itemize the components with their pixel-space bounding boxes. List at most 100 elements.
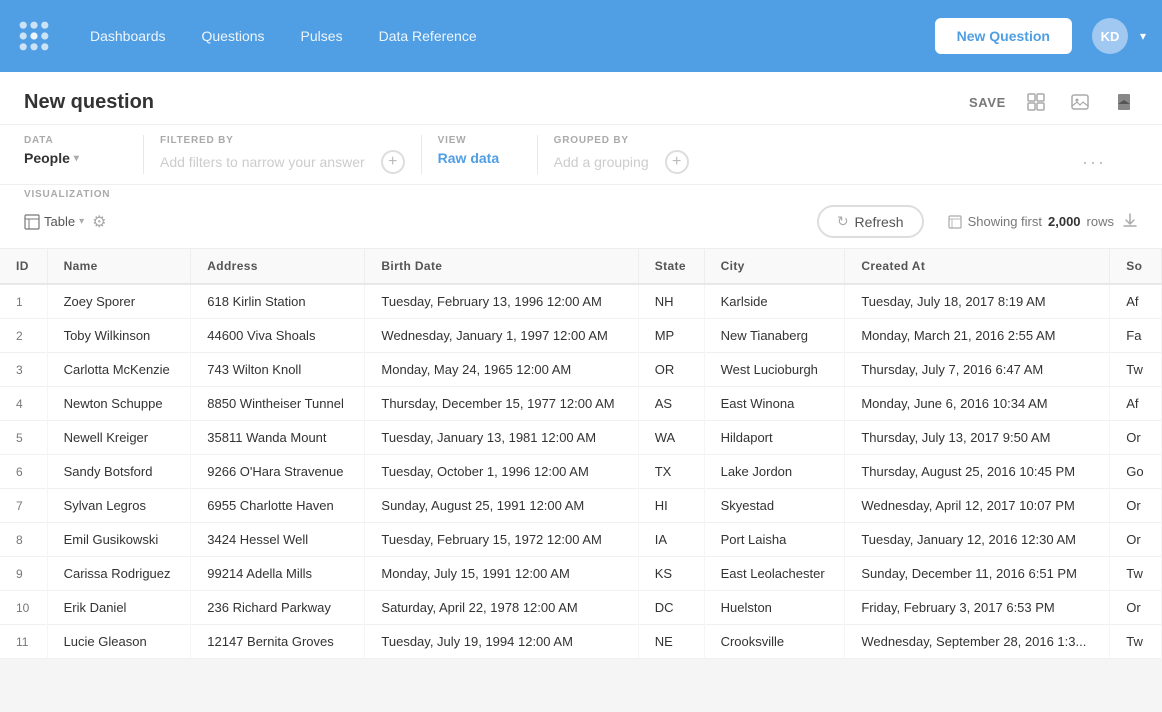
question-header: New question SAVE	[0, 72, 1162, 125]
table-row[interactable]: 3Carlotta McKenzie743 Wilton KnollMonday…	[0, 353, 1162, 387]
table-cell: Tuesday, October 1, 1996 12:00 AM	[365, 455, 638, 489]
view-selector[interactable]: Raw data	[438, 150, 521, 166]
data-label: DATA	[24, 135, 127, 146]
add-filter-button[interactable]: +	[381, 150, 405, 174]
bookmark-icon[interactable]	[1110, 88, 1138, 116]
col-header-birthdate[interactable]: Birth Date	[365, 249, 638, 284]
table-cell: 5	[0, 421, 47, 455]
table-row[interactable]: 9Carissa Rodriguez99214 Adella MillsMond…	[0, 557, 1162, 591]
visualization-bar: VISUALIZATION Table ▾ ⚙ ↻ Refresh	[0, 185, 1162, 249]
expand-icon[interactable]	[1022, 88, 1050, 116]
table-cell: Newton Schuppe	[47, 387, 191, 421]
table-cell: Zoey Sporer	[47, 284, 191, 319]
table-cell: Monday, March 21, 2016 2:55 AM	[845, 319, 1110, 353]
page-title: New question	[24, 91, 969, 114]
table-cell: 3424 Hessel Well	[191, 523, 365, 557]
table-cell: West Lucioburgh	[704, 353, 845, 387]
add-grouping-button[interactable]: +	[665, 150, 689, 174]
avatar[interactable]: KD	[1092, 18, 1128, 54]
rows-count: 2,000	[1048, 214, 1081, 229]
table-viz-button[interactable]: Table ▾	[24, 214, 84, 230]
view-label: VIEW	[438, 135, 521, 146]
table-cell: Thursday, July 13, 2017 9:50 AM	[845, 421, 1110, 455]
table-cell: Monday, May 24, 1965 12:00 AM	[365, 353, 638, 387]
col-header-city[interactable]: City	[704, 249, 845, 284]
table-cell: Monday, June 6, 2016 10:34 AM	[845, 387, 1110, 421]
table-row[interactable]: 8Emil Gusikowski3424 Hessel WellTuesday,…	[0, 523, 1162, 557]
table-row[interactable]: 11Lucie Gleason12147 Bernita GrovesTuesd…	[0, 625, 1162, 659]
more-options-button[interactable]: ···	[1082, 152, 1106, 173]
viz-controls: Table ▾ ⚙	[24, 212, 106, 232]
table-cell: Thursday, July 7, 2016 6:47 AM	[845, 353, 1110, 387]
table-row[interactable]: 5Newell Kreiger35811 Wanda MountTuesday,…	[0, 421, 1162, 455]
table-cell: Huelston	[704, 591, 845, 625]
table-row[interactable]: 4Newton Schuppe8850 Wintheiser TunnelThu…	[0, 387, 1162, 421]
nav-questions[interactable]: Questions	[188, 20, 279, 52]
filtered-by-label: FILTERED BY	[160, 135, 405, 146]
table-cell: 44600 Viva Shoals	[191, 319, 365, 353]
col-header-id[interactable]: ID	[0, 249, 47, 284]
table-cell: 11	[0, 625, 47, 659]
table-cell: East Winona	[704, 387, 845, 421]
table-cell: Tuesday, February 13, 1996 12:00 AM	[365, 284, 638, 319]
table-cell: MP	[638, 319, 704, 353]
table-cell: East Leolachester	[704, 557, 845, 591]
view-section: VIEW Raw data	[438, 135, 538, 174]
data-table-wrapper: ID Name Address Birth Date State City Cr…	[0, 249, 1162, 659]
logo[interactable]	[16, 18, 52, 54]
table-row[interactable]: 6Sandy Botsford9266 O'Hara StravenueTues…	[0, 455, 1162, 489]
table-cell: Sandy Botsford	[47, 455, 191, 489]
header-actions: SAVE	[969, 88, 1138, 116]
download-icon[interactable]	[1122, 212, 1138, 231]
table-cell: Tw	[1110, 353, 1162, 387]
filter-bar: DATA People ▾ FILTERED BY Add filters to…	[0, 125, 1162, 185]
nav-pulses[interactable]: Pulses	[287, 20, 357, 52]
table-cell: Af	[1110, 387, 1162, 421]
image-icon[interactable]	[1066, 88, 1094, 116]
col-header-createdat[interactable]: Created At	[845, 249, 1110, 284]
table-cell: Lake Jordon	[704, 455, 845, 489]
table-cell: Friday, February 3, 2017 6:53 PM	[845, 591, 1110, 625]
table-cell: Sunday, August 25, 1991 12:00 AM	[365, 489, 638, 523]
table-cell: Or	[1110, 489, 1162, 523]
table-cell: Tuesday, January 13, 1981 12:00 AM	[365, 421, 638, 455]
table-row[interactable]: 1Zoey Sporer618 Kirlin StationTuesday, F…	[0, 284, 1162, 319]
table-cell: Carissa Rodriguez	[47, 557, 191, 591]
table-row[interactable]: 2Toby Wilkinson44600 Viva ShoalsWednesda…	[0, 319, 1162, 353]
table-label: Table	[44, 214, 75, 229]
table-row[interactable]: 10Erik Daniel236 Richard ParkwaySaturday…	[0, 591, 1162, 625]
table-header-row: ID Name Address Birth Date State City Cr…	[0, 249, 1162, 284]
col-header-name[interactable]: Name	[47, 249, 191, 284]
table-row[interactable]: 7Sylvan Legros6955 Charlotte HavenSunday…	[0, 489, 1162, 523]
table-cell: Newell Kreiger	[47, 421, 191, 455]
refresh-icon: ↻	[837, 213, 849, 230]
row-info: Showing first 2,000 rows	[948, 214, 1114, 229]
refresh-button[interactable]: ↻ Refresh	[817, 205, 924, 238]
table-cell: 3	[0, 353, 47, 387]
table-cell: 99214 Adella Mills	[191, 557, 365, 591]
new-question-button[interactable]: New Question	[935, 18, 1072, 54]
table-cell: Saturday, April 22, 1978 12:00 AM	[365, 591, 638, 625]
nav-data-reference[interactable]: Data Reference	[365, 20, 491, 52]
table-chevron-icon: ▾	[79, 216, 84, 227]
table-cell: 10	[0, 591, 47, 625]
col-header-address[interactable]: Address	[191, 249, 365, 284]
table-cell: Wednesday, January 1, 1997 12:00 AM	[365, 319, 638, 353]
save-button[interactable]: SAVE	[969, 95, 1006, 110]
table-cell: 9266 O'Hara Stravenue	[191, 455, 365, 489]
table-cell: DC	[638, 591, 704, 625]
data-chevron-icon: ▾	[74, 153, 79, 164]
avatar-chevron-icon[interactable]: ▾	[1140, 29, 1146, 43]
table-cell: 6955 Charlotte Haven	[191, 489, 365, 523]
data-people-selector[interactable]: People ▾	[24, 150, 79, 166]
table-cell: HI	[638, 489, 704, 523]
table-cell: Lucie Gleason	[47, 625, 191, 659]
settings-icon[interactable]: ⚙	[92, 212, 106, 232]
main-content: New question SAVE	[0, 72, 1162, 659]
col-header-so[interactable]: So	[1110, 249, 1162, 284]
nav-dashboards[interactable]: Dashboards	[76, 20, 180, 52]
table-cell: TX	[638, 455, 704, 489]
col-header-state[interactable]: State	[638, 249, 704, 284]
data-section: DATA People ▾	[24, 135, 144, 174]
table-cell: Emil Gusikowski	[47, 523, 191, 557]
